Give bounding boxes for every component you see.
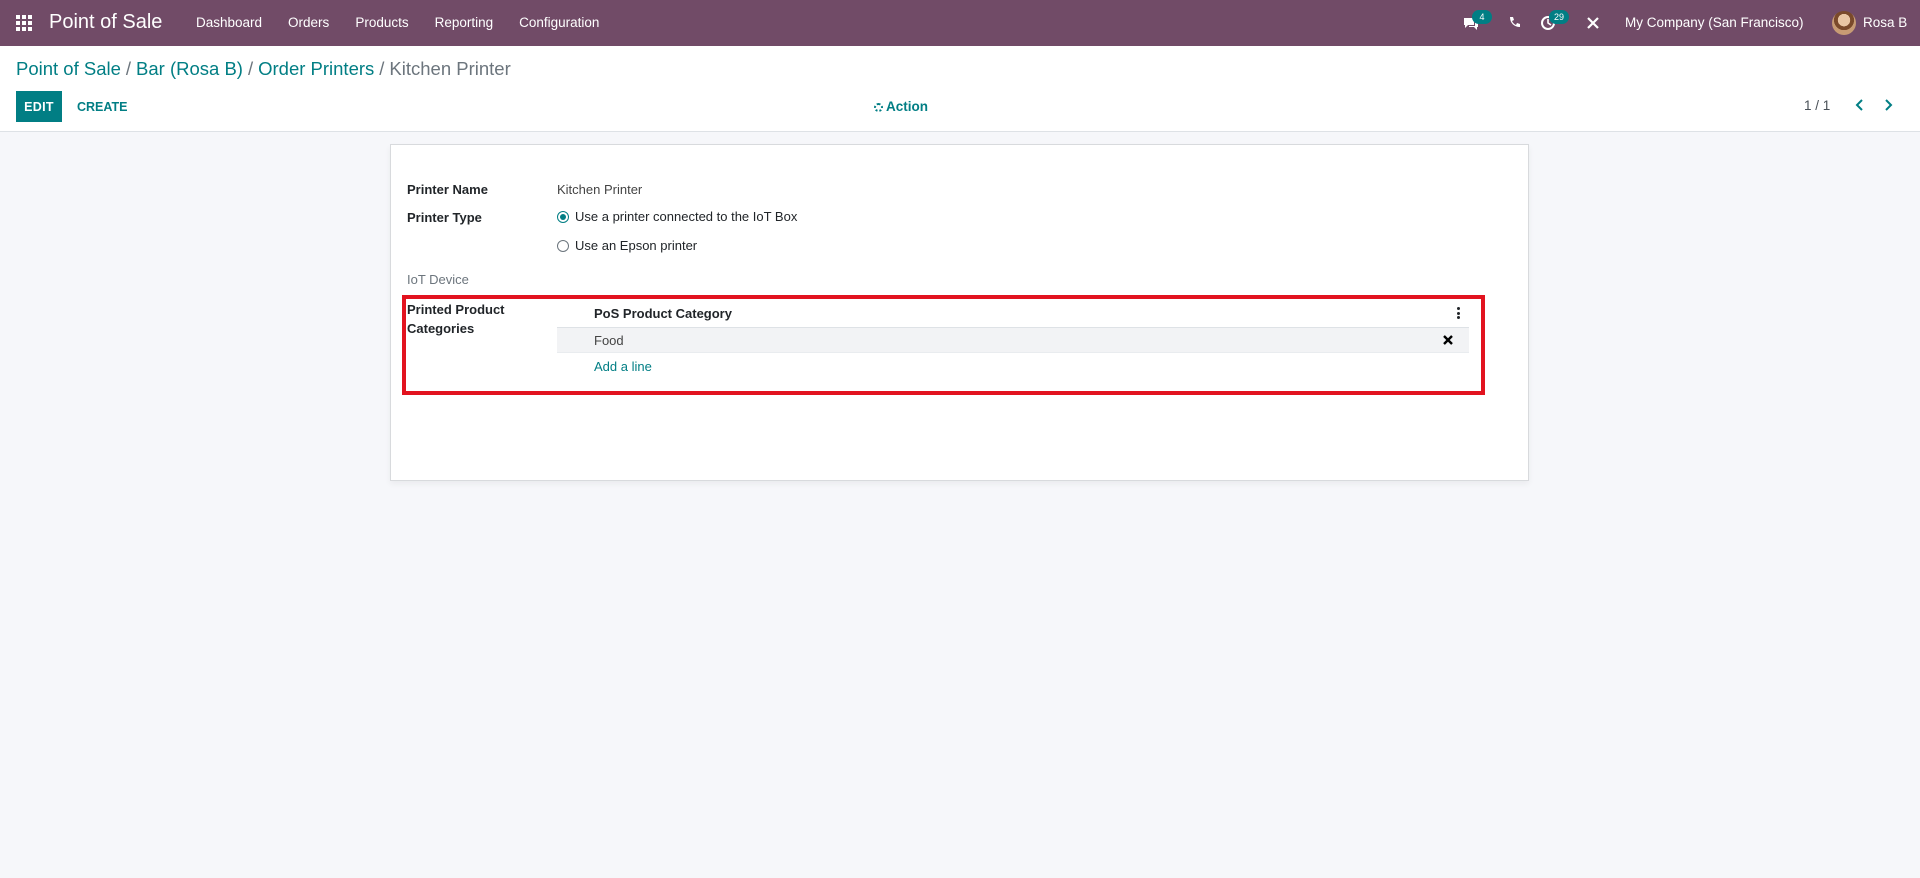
main-menu: Dashboard Orders Products Reporting Conf…: [183, 0, 612, 46]
breadcrumb-current: Kitchen Printer: [389, 58, 511, 79]
phone-icon[interactable]: [1506, 14, 1524, 32]
printer-type-option-iot-label: Use a printer connected to the IoT Box: [575, 209, 798, 224]
pager-value[interactable]: 1 / 1: [1804, 98, 1830, 113]
category-cell: Food: [594, 333, 624, 348]
app-title[interactable]: Point of Sale: [49, 11, 162, 34]
add-a-line-link[interactable]: Add a line: [594, 359, 652, 374]
table-row[interactable]: Food: [557, 328, 1469, 353]
radio-checked-icon[interactable]: [557, 210, 569, 223]
menu-item-reporting[interactable]: Reporting: [422, 0, 507, 46]
radio-unchecked-icon[interactable]: [557, 239, 569, 252]
breadcrumb-separator: /: [125, 58, 132, 79]
create-button[interactable]: CREATE: [68, 91, 137, 122]
categories-list: PoS Product Category Food: [557, 297, 1469, 353]
activities-icon[interactable]: 29: [1539, 10, 1569, 32]
breadcrumb: Point of Sale / Bar (Rosa B) / Order Printer…: [16, 58, 511, 80]
printed-categories-label-line1: Printed Product: [407, 302, 505, 317]
action-label: Action: [886, 99, 928, 114]
breadcrumb-separator: /: [379, 58, 385, 79]
debug-tools-icon[interactable]: [1584, 14, 1602, 32]
printer-type-option-epson-label: Use an Epson printer: [575, 238, 698, 253]
printed-categories-label-line2: Categories: [407, 321, 475, 336]
user-avatar[interactable]: [1832, 11, 1856, 35]
optional-columns-icon[interactable]: [1457, 307, 1461, 319]
action-menu[interactable]: Action: [874, 99, 928, 114]
edit-button[interactable]: EDIT: [16, 91, 62, 122]
printer-type-option-iot[interactable]: Use a printer connected to the IoT Box: [557, 209, 797, 224]
gear-icon: [874, 103, 883, 112]
menu-item-orders[interactable]: Orders: [275, 0, 342, 46]
delete-row-icon[interactable]: [1442, 333, 1454, 345]
messages-count-badge: 4: [1472, 10, 1492, 24]
iot-device-label: IoT Device: [407, 272, 469, 287]
menu-item-products[interactable]: Products: [342, 0, 421, 46]
messages-icon[interactable]: 4: [1462, 10, 1492, 32]
printer-name-value: Kitchen Printer: [557, 182, 643, 197]
activities-count-badge: 29: [1549, 10, 1569, 24]
menu-item-configuration[interactable]: Configuration: [506, 0, 612, 46]
printer-type-option-epson[interactable]: Use an Epson printer: [557, 238, 697, 253]
top-navbar: Point of Sale Dashboard Orders Products …: [0, 0, 1920, 46]
company-switcher[interactable]: My Company (San Francisco): [1625, 15, 1804, 30]
user-menu[interactable]: Rosa B: [1863, 15, 1907, 30]
form-sheet: Printer Name Kitchen Printer Printer Typ…: [390, 144, 1529, 481]
apps-menu-icon[interactable]: [16, 15, 32, 31]
printer-name-label: Printer Name: [407, 182, 488, 197]
breadcrumb-bar[interactable]: Bar (Rosa B): [136, 58, 243, 79]
breadcrumb-point-of-sale[interactable]: Point of Sale: [16, 58, 121, 79]
printed-categories-label: Printed Product Categories: [407, 300, 505, 338]
printer-type-label: Printer Type: [407, 210, 482, 225]
menu-item-dashboard[interactable]: Dashboard: [183, 0, 275, 46]
pager-previous-icon[interactable]: [1851, 96, 1869, 114]
breadcrumb-order-printers[interactable]: Order Printers: [258, 58, 374, 79]
column-header-pos-product-category[interactable]: PoS Product Category: [594, 306, 732, 321]
categories-list-header: PoS Product Category: [557, 297, 1469, 328]
pager-next-icon[interactable]: [1879, 96, 1897, 114]
breadcrumb-separator: /: [247, 58, 254, 79]
control-panel: Point of Sale / Bar (Rosa B) / Order Printer…: [0, 46, 1920, 132]
